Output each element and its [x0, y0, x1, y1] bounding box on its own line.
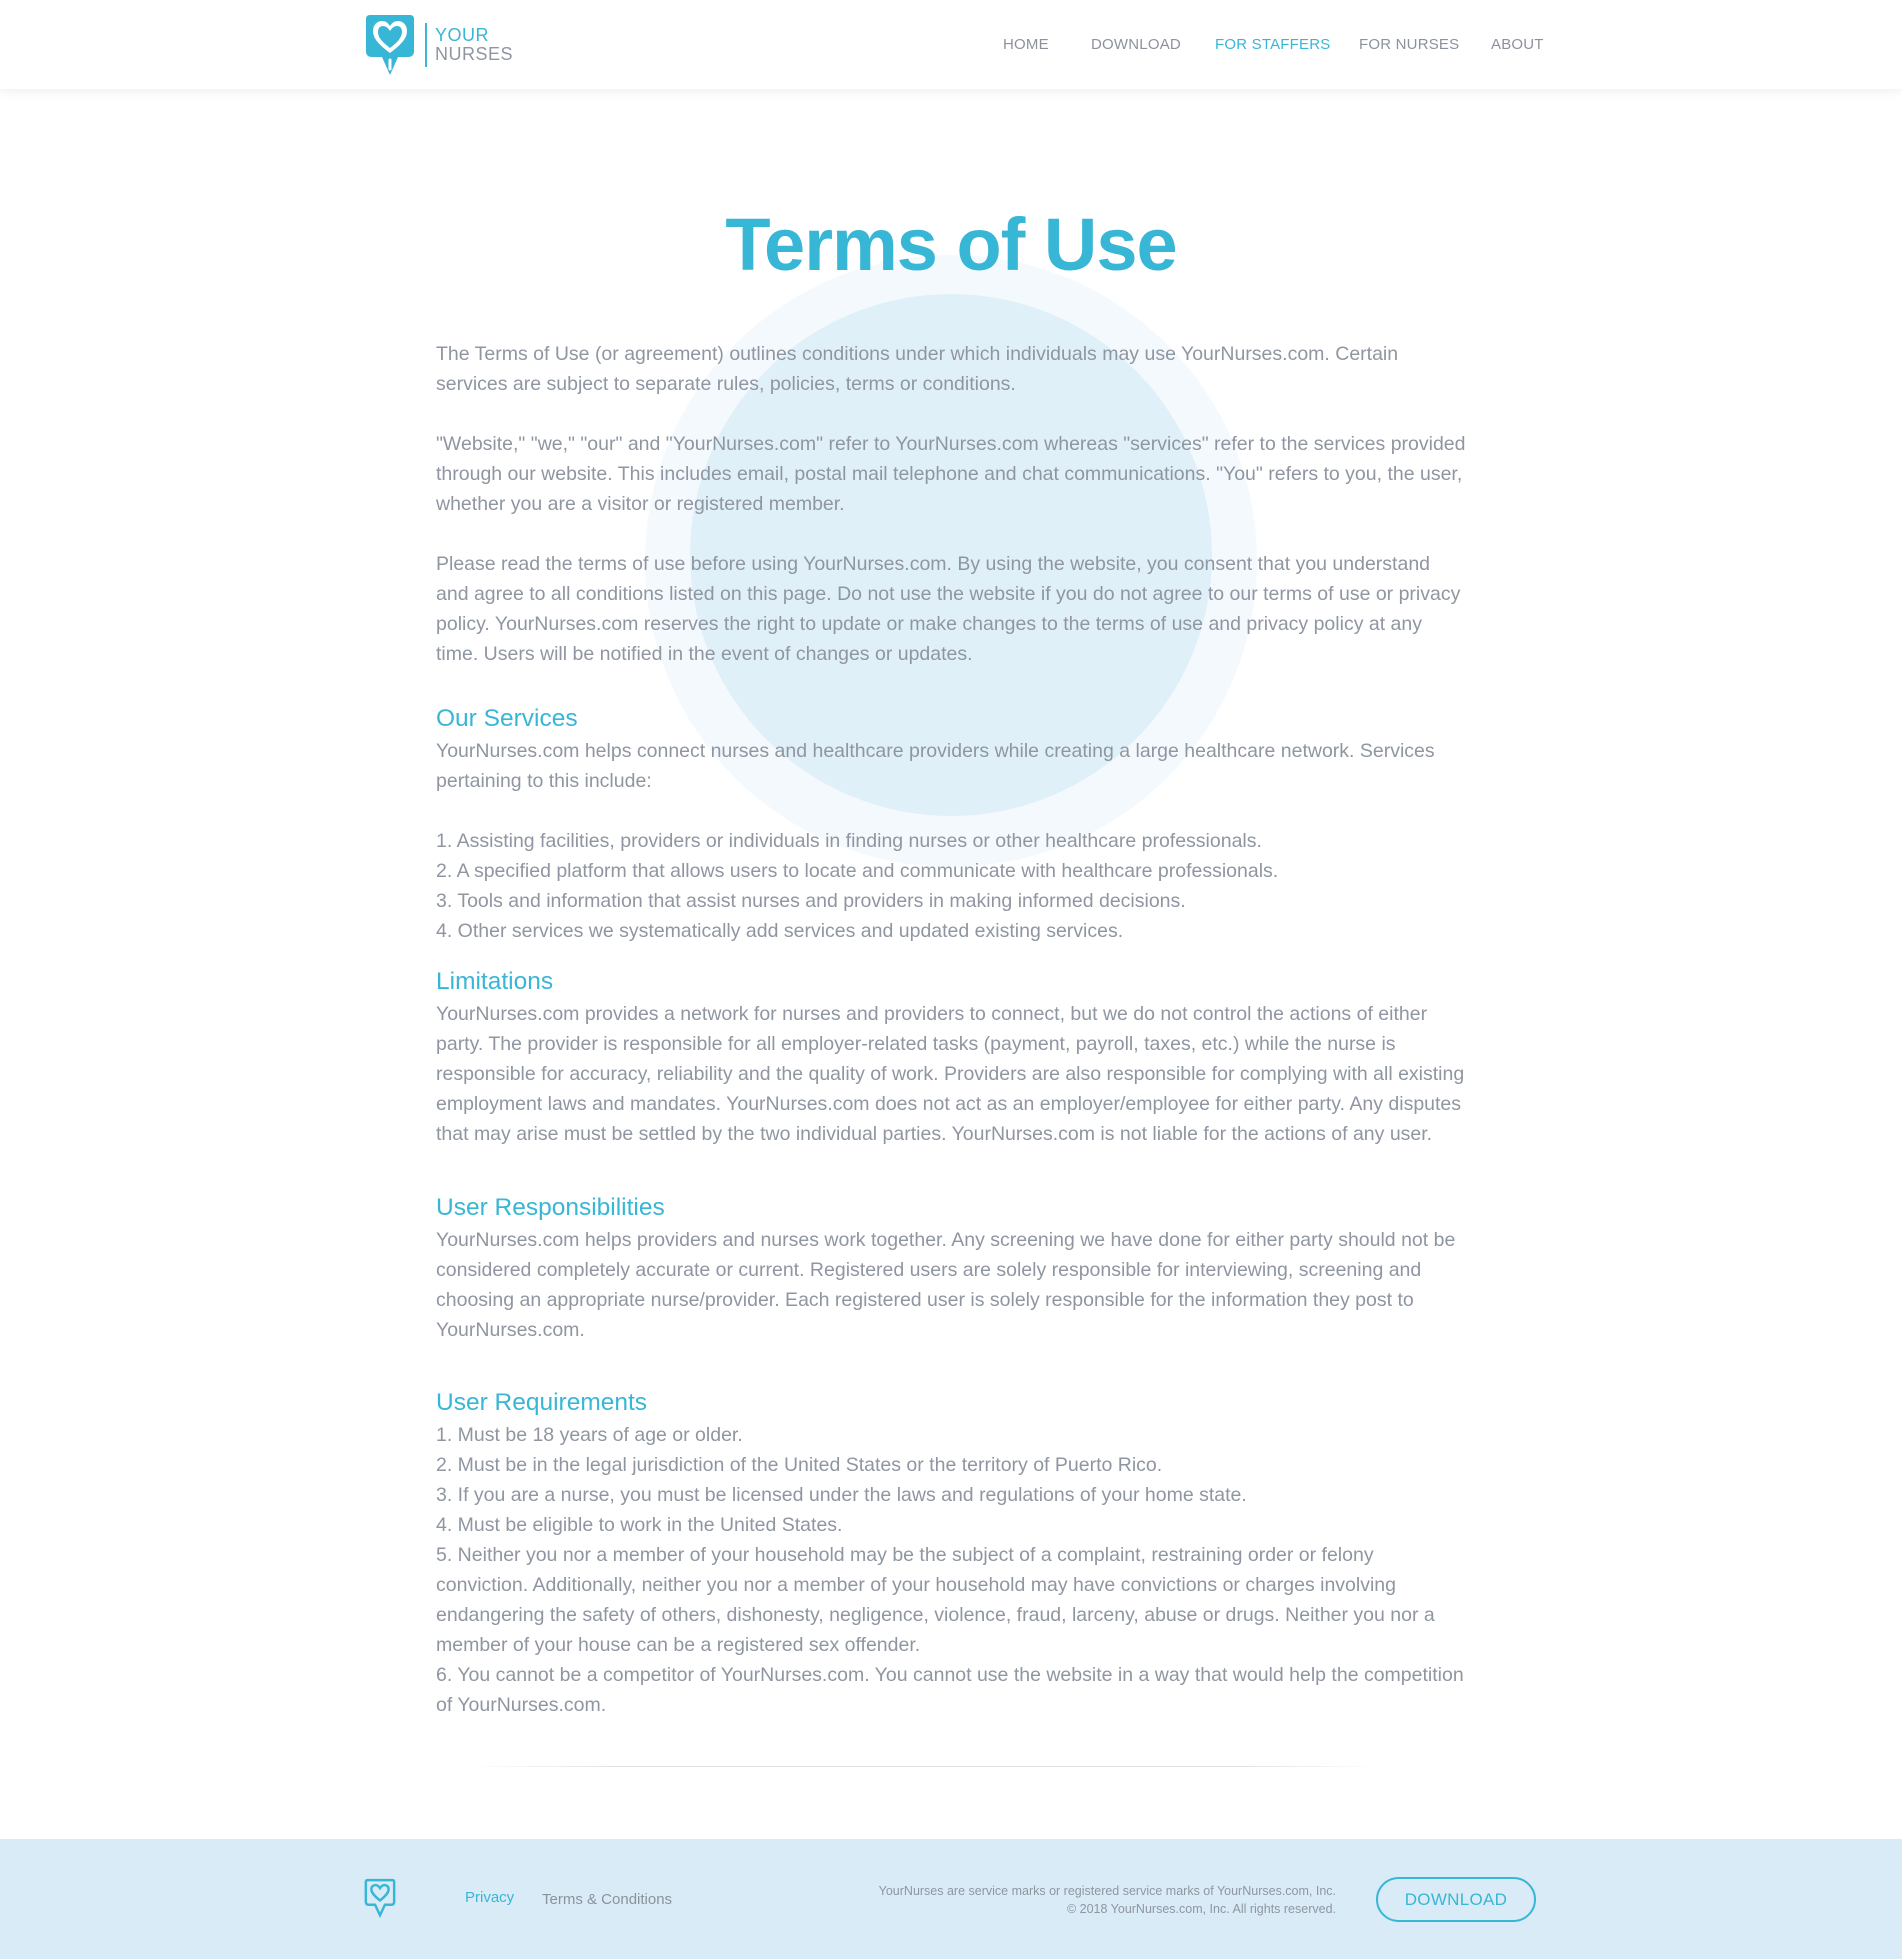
list-item: 2. Must be in the legal jurisdiction of …: [436, 1454, 1163, 1476]
terms-content: Terms of Use The Terms of Use (or agreem…: [436, 200, 1466, 1720]
list-item: 2. A specified platform that allows user…: [436, 860, 1279, 882]
list-item: 1. Must be 18 years of age or older.: [436, 1424, 743, 1446]
nav-about[interactable]: ABOUT: [1491, 36, 1544, 53]
site-header: YOUR NURSES HOME DOWNLOAD FOR STAFFERS F…: [0, 0, 1902, 89]
intro-paragraph-2: "Website," "we," "our" and "YourNurses.c…: [436, 433, 1466, 515]
nurse-heart-pin-logo-icon[interactable]: [364, 1878, 396, 1918]
section-heading-our-services: Our Services: [436, 705, 578, 732]
user-requirements-list: 1. Must be 18 years of age or older. 2. …: [436, 1420, 1466, 1720]
section-heading-user-responsibilities: User Responsibilities: [436, 1194, 665, 1221]
list-item: 4. Must be eligible to work in the Unite…: [436, 1514, 843, 1536]
legal-line-1: YourNurses are service marks or register…: [878, 1884, 1336, 1898]
footer-link-privacy[interactable]: Privacy: [465, 1889, 514, 1906]
list-item: 3. If you are a nurse, you must be licen…: [436, 1484, 1247, 1506]
nav-for-nurses[interactable]: FOR NURSES: [1359, 36, 1459, 53]
footer-link-terms[interactable]: Terms & Conditions: [542, 1891, 672, 1908]
footer-download-button[interactable]: DOWNLOAD: [1376, 1877, 1536, 1922]
section-heading-user-requirements: User Requirements: [436, 1389, 648, 1416]
list-item: 1. Assisting facilities, providers or in…: [436, 830, 1262, 852]
nav-download[interactable]: DOWNLOAD: [1091, 36, 1181, 53]
legal-line-2: © 2018 YourNurses.com, Inc. All rights r…: [1066, 1902, 1336, 1916]
intro-paragraph-3: Please read the terms of use before usin…: [436, 553, 1461, 665]
main-nav: HOME DOWNLOAD FOR STAFFERS FOR NURSES AB…: [0, 36, 1902, 56]
content-divider: [470, 1766, 1382, 1767]
our-services-text: YourNurses.com helps connect nurses and …: [436, 740, 1435, 792]
nav-for-staffers[interactable]: FOR STAFFERS: [1215, 36, 1330, 53]
footer-legal-text: YourNurses are service marks or register…: [879, 1882, 1336, 1918]
our-services-list: 1. Assisting facilities, providers or in…: [436, 826, 1466, 946]
limitations-text: YourNurses.com provides a network for nu…: [436, 1003, 1465, 1145]
page-title: Terms of Use: [725, 203, 1177, 286]
intro-paragraph-1: The Terms of Use (or agreement) outlines…: [436, 343, 1399, 395]
user-responsibilities-text: YourNurses.com helps providers and nurse…: [436, 1229, 1456, 1341]
list-item: 4. Other services we systematically add …: [436, 920, 1124, 942]
list-item: 3. Tools and information that assist nur…: [436, 890, 1186, 912]
list-item: 5. Neither you nor a member of your hous…: [436, 1544, 1435, 1656]
list-item: 6. You cannot be a competitor of YourNur…: [436, 1664, 1464, 1716]
site-footer: Privacy Terms & Conditions YourNurses ar…: [0, 1839, 1902, 1959]
nav-home[interactable]: HOME: [1003, 36, 1049, 53]
section-heading-limitations: Limitations: [436, 968, 554, 995]
